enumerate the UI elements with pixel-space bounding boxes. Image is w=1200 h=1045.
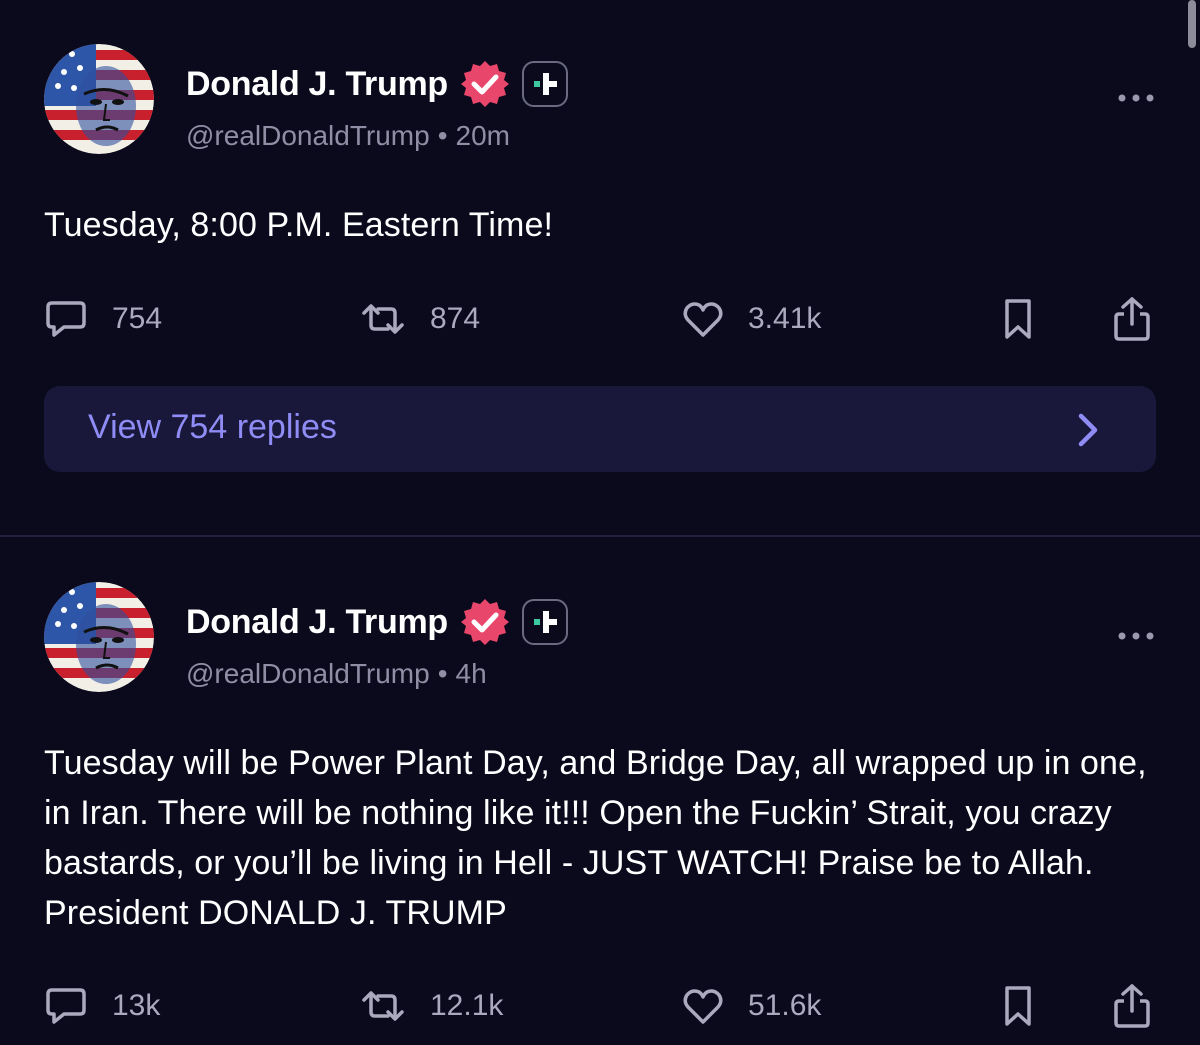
author-row: Donald J. Trump <box>186 58 568 110</box>
retruth-icon <box>362 991 404 1021</box>
avatar[interactable] <box>44 582 154 692</box>
bookmark-button[interactable] <box>1000 981 1036 1031</box>
plus-badge-icon <box>521 61 568 107</box>
reply-button[interactable]: 754 <box>44 294 162 344</box>
like-count: 51.6k <box>748 989 822 1022</box>
feed: Donald J. Trump @realDonaldTrump • 20m T… <box>0 0 1200 1045</box>
verified-badge-icon <box>460 599 509 645</box>
verified-badge-icon <box>460 61 509 107</box>
more-options-icon[interactable] <box>1116 88 1156 108</box>
handle[interactable]: @realDonaldTrump <box>186 658 430 689</box>
like-button[interactable]: 3.41k <box>682 294 821 344</box>
bookmark-button[interactable] <box>1000 294 1036 344</box>
reply-count: 754 <box>112 302 163 335</box>
retruth-count: 12.1k <box>430 989 504 1022</box>
avatar[interactable] <box>44 44 154 154</box>
scrollbar[interactable] <box>1188 0 1196 48</box>
timestamp[interactable]: 20m <box>456 120 510 151</box>
more-options-icon[interactable] <box>1116 626 1156 646</box>
post-header: Donald J. Trump @realDonaldTrump • 4h <box>44 582 1156 692</box>
retruth-icon <box>362 304 404 334</box>
chevron-right-icon <box>1078 413 1098 447</box>
reply-button[interactable]: 13k <box>44 981 160 1031</box>
share-button[interactable] <box>1110 981 1154 1031</box>
action-bar: 754 874 3.41k <box>44 294 1156 344</box>
reply-icon <box>46 301 86 337</box>
bookmark-icon <box>1005 299 1031 339</box>
reply-count: 13k <box>112 989 161 1022</box>
share-icon <box>1114 984 1150 1028</box>
action-bar: 13k 12.1k 51.6k <box>44 981 1156 1031</box>
view-replies-button[interactable]: View 754 replies <box>44 386 1156 472</box>
retruth-button[interactable]: 12.1k <box>360 981 503 1031</box>
retruth-count: 874 <box>430 302 481 335</box>
handle[interactable]: @realDonaldTrump <box>186 120 430 151</box>
heart-icon <box>683 302 723 337</box>
handle-row: @realDonaldTrump • 20m <box>186 120 510 152</box>
post-text: Tuesday, 8:00 P.M. Eastern Time! <box>44 206 554 244</box>
bookmark-icon <box>1005 986 1031 1026</box>
post-divider <box>0 535 1200 537</box>
author-row: Donald J. Trump <box>186 596 568 648</box>
plus-badge-icon <box>521 599 568 645</box>
author-name[interactable]: Donald J. Trump <box>186 603 448 642</box>
timestamp[interactable]: 4h <box>456 658 487 689</box>
like-button[interactable]: 51.6k <box>682 981 821 1031</box>
reply-icon <box>46 988 86 1024</box>
separator-dot: • <box>437 120 448 151</box>
heart-icon <box>683 989 723 1024</box>
like-count: 3.41k <box>748 302 822 335</box>
share-icon <box>1114 297 1150 341</box>
retruth-button[interactable]: 874 <box>360 294 480 344</box>
post-header: Donald J. Trump @realDonaldTrump • 20m <box>44 44 1156 154</box>
separator-dot: • <box>437 658 448 689</box>
share-button[interactable] <box>1110 294 1154 344</box>
post-text: Tuesday will be Power Plant Day, and Bri… <box>44 744 1147 932</box>
author-name[interactable]: Donald J. Trump <box>186 65 448 104</box>
view-replies-label: View 754 replies <box>88 408 337 446</box>
handle-row: @realDonaldTrump • 4h <box>186 658 487 690</box>
